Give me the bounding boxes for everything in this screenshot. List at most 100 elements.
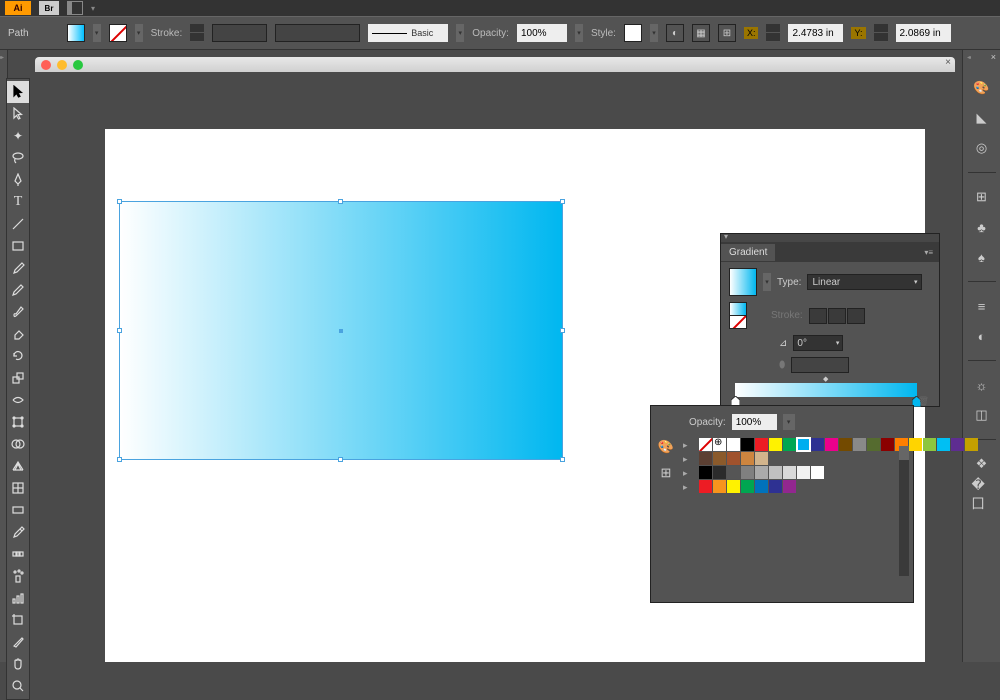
selection-tool[interactable] [7,81,29,103]
brushes-panel-icon[interactable]: ⊞ [972,187,992,207]
stop-opacity-input[interactable]: 100% [732,414,777,430]
swatch[interactable] [741,452,754,465]
resize-handle[interactable] [560,457,565,462]
blob-brush-tool[interactable] [7,301,29,323]
resize-handle[interactable] [560,199,565,204]
swatch[interactable] [727,466,740,479]
bridge-logo[interactable]: Br [39,1,59,15]
resize-handle[interactable] [117,328,122,333]
swatch[interactable] [713,480,726,493]
swatch[interactable] [797,466,810,479]
free-transform-tool[interactable] [7,411,29,433]
x-input[interactable]: 2.4783 in [788,24,843,42]
swatch[interactable] [811,438,824,451]
paintbrush-tool[interactable] [7,257,29,279]
swatch[interactable] [699,452,712,465]
stroke-gradient-within-button[interactable] [809,308,827,324]
swatch[interactable] [699,438,712,451]
column-graph-tool[interactable] [7,587,29,609]
minimize-window-button[interactable] [57,60,67,70]
opacity-dropdown[interactable] [575,24,583,42]
swatch[interactable] [755,480,768,493]
style-dropdown[interactable] [650,24,658,42]
resize-handle[interactable] [338,199,343,204]
swatch[interactable] [783,466,796,479]
magic-wand-tool[interactable]: ✦ [7,125,29,147]
color-panel-icon[interactable]: 🎨 [972,78,992,98]
document-titlebar[interactable]: × [35,57,955,72]
swatch[interactable] [727,438,740,451]
eyedropper-tool[interactable] [7,521,29,543]
gradient-type-select[interactable]: Linear [807,274,922,290]
zoom-window-button[interactable] [73,60,83,70]
delete-stop-icon[interactable]: 🗑 [918,396,929,407]
swatch[interactable] [755,438,768,451]
stroke-swatch[interactable] [109,24,127,42]
stroke-gradient-across-button[interactable] [847,308,865,324]
swatch[interactable] [699,480,712,493]
direct-selection-tool[interactable] [7,103,29,125]
swatch[interactable] [797,438,810,451]
width-tool[interactable] [7,389,29,411]
swatch[interactable] [713,452,726,465]
resize-handle[interactable] [560,328,565,333]
symbol-sprayer-tool[interactable] [7,565,29,587]
swatch[interactable] [853,438,866,451]
selected-rectangle[interactable] [119,201,563,460]
stroke-weight-dropdown[interactable] [212,24,267,42]
stroke-gradient-along-button[interactable] [828,308,846,324]
arrange-documents-icon[interactable] [67,1,83,15]
gradient-aspect-input[interactable] [791,357,849,373]
swatch[interactable] [755,452,768,465]
swatch[interactable] [839,438,852,451]
swatch[interactable] [699,466,712,479]
color-guide-panel-icon[interactable]: ◣ [972,108,992,128]
mesh-tool[interactable] [7,477,29,499]
fill-dropdown[interactable] [93,24,101,42]
swatch[interactable] [741,480,754,493]
swatch[interactable] [769,466,782,479]
swatch[interactable] [727,452,740,465]
swatch[interactable] [727,480,740,493]
close-window-button[interactable] [41,60,51,70]
shape-builder-tool[interactable] [7,433,29,455]
graphic-style-swatch[interactable] [624,24,642,42]
y-stepper[interactable] [874,24,888,42]
stroke-weight-stepper[interactable] [190,24,204,42]
folder-icon[interactable]: ▸ [683,454,695,464]
swatch[interactable] [713,438,726,451]
swatches-scrollbar[interactable] [899,446,909,576]
swatch[interactable] [713,466,726,479]
appearance-panel-icon[interactable]: ☼ [972,375,992,395]
y-input[interactable]: 2.0869 in [896,24,951,42]
symbols-panel-icon[interactable]: ♣ [972,217,992,237]
align-icon[interactable]: ▦ [692,24,710,42]
gradient-panel-icon[interactable]: ≡ [972,296,992,316]
transparency-panel-icon[interactable]: ◐ [972,326,992,346]
gradient-tab[interactable]: Gradient [721,244,775,261]
gradient-preview-swatch[interactable] [729,268,757,296]
swatch[interactable] [755,466,768,479]
pencil-tool[interactable] [7,279,29,301]
zoom-tool[interactable] [7,675,29,697]
fill-swatch[interactable] [67,24,85,42]
graphic-styles-panel-icon[interactable]: ◫ [972,405,992,425]
swatch[interactable] [937,438,950,451]
gradient-fill-swatch[interactable] [729,302,747,316]
gradient-angle-input[interactable]: 0° [793,335,843,351]
close-dock-icon[interactable]: × [991,52,996,62]
chevron-down-icon[interactable]: ▾ [91,4,95,13]
resize-handle[interactable] [117,457,122,462]
panel-menu-icon[interactable]: ▾≡ [924,248,933,257]
folder-icon[interactable]: ▸ [683,482,695,492]
transform-icon[interactable]: ⊞ [718,24,736,42]
gradient-tool[interactable] [7,499,29,521]
type-tool[interactable]: T [7,191,29,213]
gradient-preset-dropdown[interactable] [763,273,771,291]
scale-tool[interactable] [7,367,29,389]
variable-width-dropdown[interactable] [275,24,360,42]
line-tool[interactable] [7,213,29,235]
hand-tool[interactable] [7,653,29,675]
lasso-tool[interactable] [7,147,29,169]
perspective-grid-tool[interactable] [7,455,29,477]
